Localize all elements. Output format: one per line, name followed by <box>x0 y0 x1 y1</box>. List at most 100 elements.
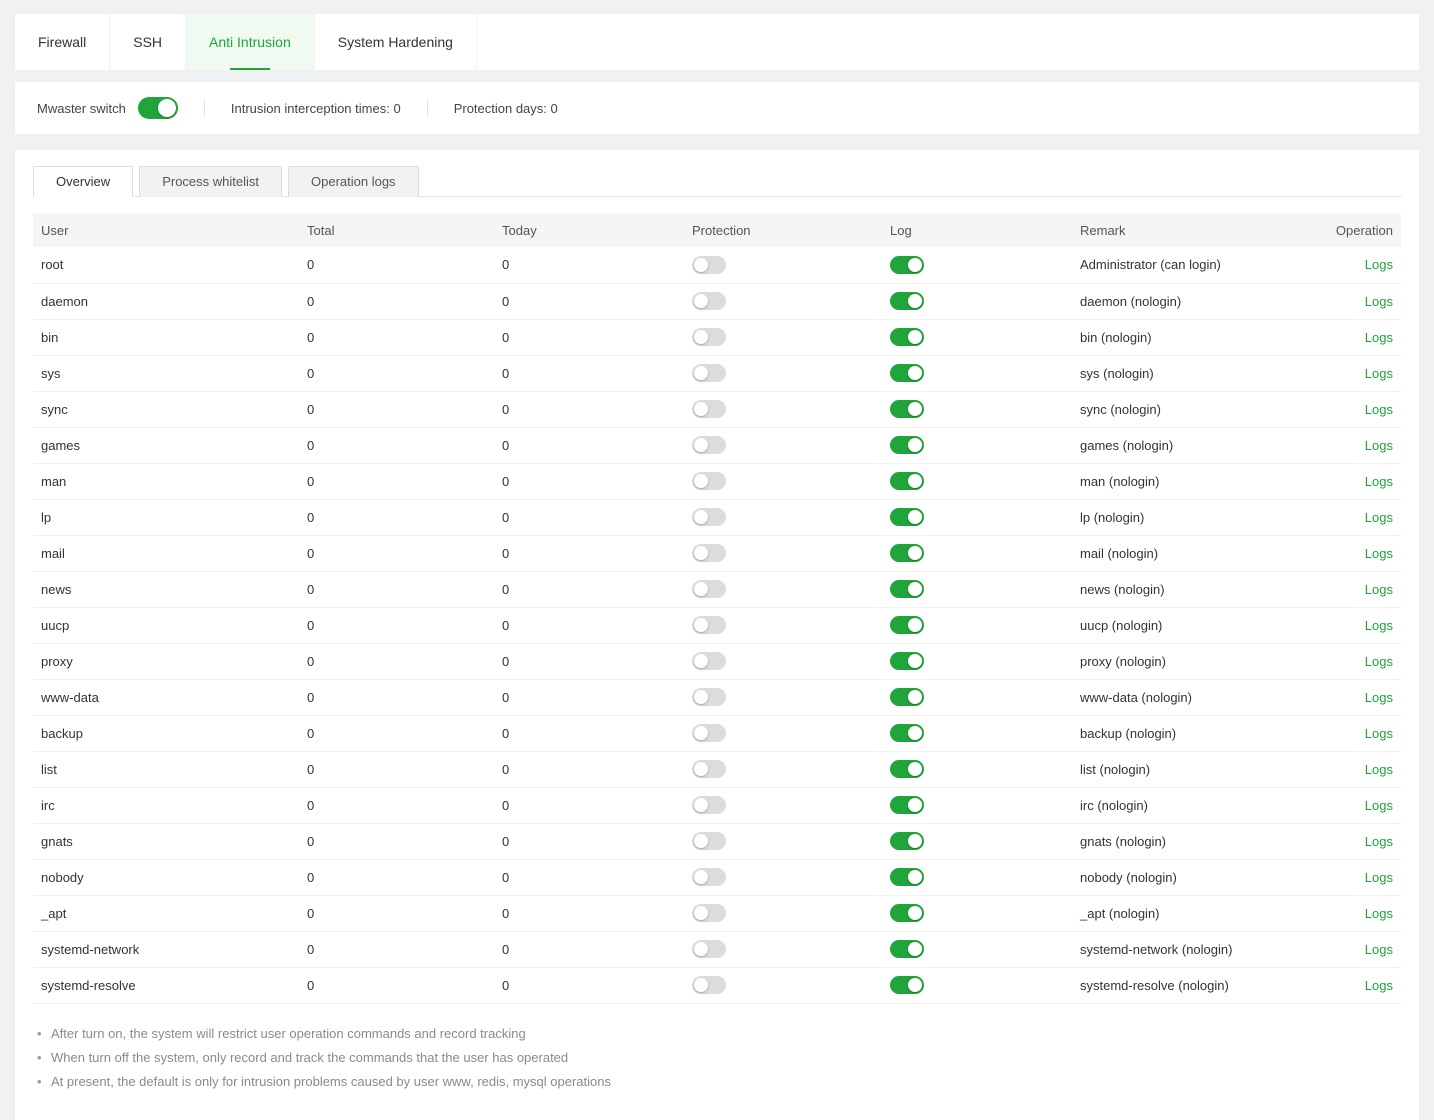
protection-toggle[interactable] <box>692 904 726 922</box>
logs-link[interactable]: Logs <box>1365 834 1393 849</box>
user-cell: _apt <box>33 895 299 931</box>
total-cell: 0 <box>299 787 494 823</box>
tab-ssh[interactable]: SSH <box>110 14 186 70</box>
log-toggle[interactable] <box>890 436 924 454</box>
protection-toggle[interactable] <box>692 940 726 958</box>
subtab-overview[interactable]: Overview <box>33 166 133 197</box>
interception-times-stat: Intrusion interception times: 0 <box>231 101 401 116</box>
table-row-sync: sync00sync (nologin)Logs <box>33 391 1401 427</box>
logs-link[interactable]: Logs <box>1365 582 1393 597</box>
protection-toggle[interactable] <box>692 616 726 634</box>
remark-cell: systemd-resolve (nologin) <box>1072 967 1322 1003</box>
log-toggle[interactable] <box>890 940 924 958</box>
log-toggle[interactable] <box>890 400 924 418</box>
toggle-knob <box>908 762 922 776</box>
logs-link[interactable]: Logs <box>1365 762 1393 777</box>
log-toggle[interactable] <box>890 796 924 814</box>
subtab-process-whitelist[interactable]: Process whitelist <box>139 166 282 197</box>
logs-link[interactable]: Logs <box>1365 510 1393 525</box>
remark-cell: news (nologin) <box>1072 571 1322 607</box>
protection-toggle[interactable] <box>692 508 726 526</box>
protection-toggle[interactable] <box>692 544 726 562</box>
protection-toggle[interactable] <box>692 292 726 310</box>
column-header-remark: Remark <box>1072 213 1322 247</box>
protection-toggle[interactable] <box>692 796 726 814</box>
tab-firewall[interactable]: Firewall <box>15 14 110 70</box>
toggle-knob <box>908 258 922 272</box>
log-toggle[interactable] <box>890 688 924 706</box>
log-toggle[interactable] <box>890 652 924 670</box>
log-toggle[interactable] <box>890 904 924 922</box>
logs-link[interactable]: Logs <box>1365 942 1393 957</box>
log-toggle[interactable] <box>890 832 924 850</box>
logs-link[interactable]: Logs <box>1365 690 1393 705</box>
protection-toggle[interactable] <box>692 436 726 454</box>
protection-toggle[interactable] <box>692 688 726 706</box>
logs-link[interactable]: Logs <box>1365 257 1393 272</box>
log-toggle[interactable] <box>890 580 924 598</box>
table-row-systemd-network: systemd-network00systemd-network (nologi… <box>33 931 1401 967</box>
logs-link[interactable]: Logs <box>1365 870 1393 885</box>
tab-anti-intrusion[interactable]: Anti Intrusion <box>186 14 315 70</box>
protection-toggle[interactable] <box>692 760 726 778</box>
remark-cell: man (nologin) <box>1072 463 1322 499</box>
protection-toggle[interactable] <box>692 976 726 994</box>
toggle-knob <box>908 366 922 380</box>
logs-link[interactable]: Logs <box>1365 330 1393 345</box>
logs-link[interactable]: Logs <box>1365 402 1393 417</box>
toggle-knob <box>694 726 708 740</box>
logs-link[interactable]: Logs <box>1365 798 1393 813</box>
operation-cell: Logs <box>1322 643 1401 679</box>
column-header-total: Total <box>299 213 494 247</box>
log-toggle[interactable] <box>890 616 924 634</box>
logs-link[interactable]: Logs <box>1365 438 1393 453</box>
logs-link[interactable]: Logs <box>1365 654 1393 669</box>
logs-link[interactable]: Logs <box>1365 294 1393 309</box>
protection-toggle[interactable] <box>692 400 726 418</box>
tab-system-hardening[interactable]: System Hardening <box>315 14 477 70</box>
remark-cell: backup (nologin) <box>1072 715 1322 751</box>
subtab-operation-logs[interactable]: Operation logs <box>288 166 419 197</box>
log-toggle[interactable] <box>890 544 924 562</box>
protection-toggle[interactable] <box>692 724 726 742</box>
protection-toggle[interactable] <box>692 580 726 598</box>
logs-link[interactable]: Logs <box>1365 726 1393 741</box>
today-cell: 0 <box>494 859 684 895</box>
log-toggle[interactable] <box>890 760 924 778</box>
log-toggle[interactable] <box>890 508 924 526</box>
logs-link[interactable]: Logs <box>1365 978 1393 993</box>
operation-cell: Logs <box>1322 931 1401 967</box>
master-switch-toggle[interactable] <box>138 97 178 119</box>
log-toggle[interactable] <box>890 976 924 994</box>
protection-cell <box>684 931 882 967</box>
log-toggle[interactable] <box>890 472 924 490</box>
protection-toggle[interactable] <box>692 868 726 886</box>
user-cell: news <box>33 571 299 607</box>
log-toggle[interactable] <box>890 292 924 310</box>
log-toggle[interactable] <box>890 868 924 886</box>
log-toggle[interactable] <box>890 256 924 274</box>
toggle-knob <box>694 546 708 560</box>
logs-link[interactable]: Logs <box>1365 906 1393 921</box>
remark-cell: proxy (nologin) <box>1072 643 1322 679</box>
protection-toggle[interactable] <box>692 652 726 670</box>
protection-toggle[interactable] <box>692 328 726 346</box>
logs-link[interactable]: Logs <box>1365 474 1393 489</box>
today-cell: 0 <box>494 319 684 355</box>
user-cell: daemon <box>33 283 299 319</box>
log-toggle[interactable] <box>890 724 924 742</box>
log-cell <box>882 679 1072 715</box>
log-toggle[interactable] <box>890 328 924 346</box>
log-toggle[interactable] <box>890 364 924 382</box>
logs-link[interactable]: Logs <box>1365 618 1393 633</box>
protection-toggle[interactable] <box>692 472 726 490</box>
logs-link[interactable]: Logs <box>1365 366 1393 381</box>
remark-cell: uucp (nologin) <box>1072 607 1322 643</box>
divider <box>427 100 428 116</box>
protection-toggle[interactable] <box>692 256 726 274</box>
table-row-daemon: daemon00daemon (nologin)Logs <box>33 283 1401 319</box>
protection-toggle[interactable] <box>692 832 726 850</box>
logs-link[interactable]: Logs <box>1365 546 1393 561</box>
today-cell: 0 <box>494 931 684 967</box>
protection-toggle[interactable] <box>692 364 726 382</box>
